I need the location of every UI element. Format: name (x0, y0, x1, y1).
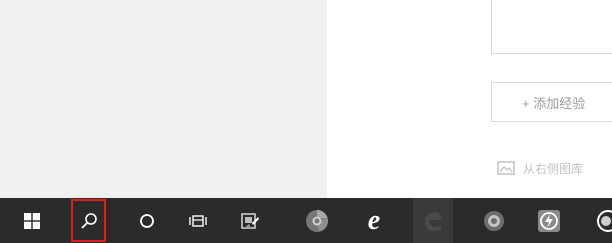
cortana-icon[interactable] (135, 198, 159, 243)
photo-editor-app-icon[interactable] (237, 198, 263, 243)
360-browser-icon[interactable] (534, 198, 564, 243)
add-experience-label: + 添加经验 (522, 95, 586, 111)
pick-from-library-label: 从右侧图库 (523, 161, 584, 176)
windows-start-icon[interactable] (20, 198, 44, 243)
internet-explorer-icon[interactable]: e (359, 198, 389, 243)
add-experience-button[interactable]: + 添加经验 (491, 82, 612, 122)
left-pane (0, 0, 327, 198)
text-input-box[interactable] (491, 0, 612, 54)
chrome-variant-app-icon[interactable] (302, 198, 332, 243)
search-highlight-box (71, 199, 106, 242)
task-view-icon[interactable] (186, 198, 210, 243)
edge-icon[interactable] (413, 198, 453, 243)
image-icon (497, 161, 515, 175)
pick-from-library-link[interactable]: 从右侧图库 (497, 158, 583, 178)
browser-app-icon[interactable] (479, 198, 509, 243)
app-icon[interactable] (592, 198, 612, 243)
